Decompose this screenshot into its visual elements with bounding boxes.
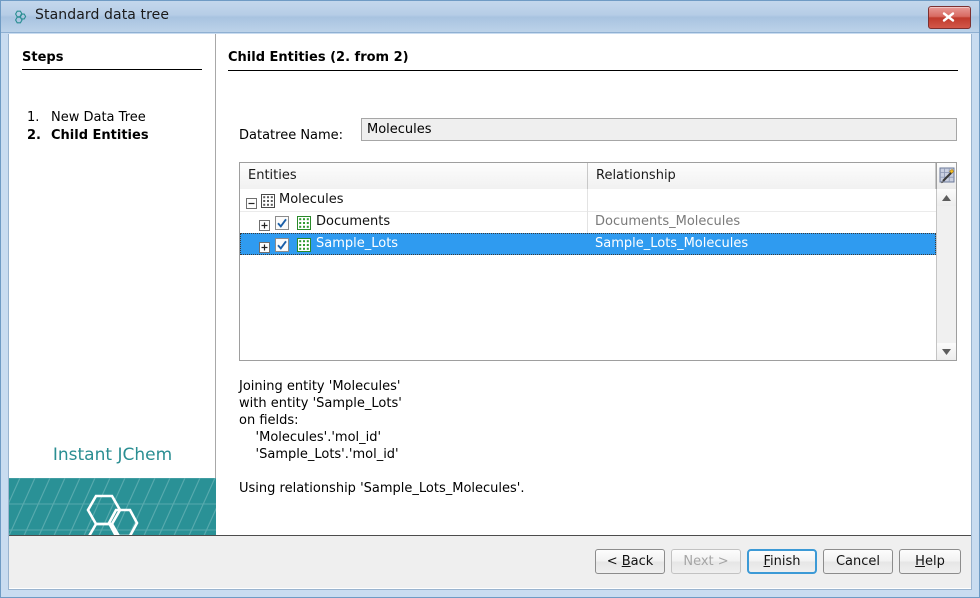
datatree-name-label: Datatree Name: xyxy=(239,128,344,143)
molecule-icon xyxy=(11,8,29,26)
grid-icon xyxy=(297,237,311,256)
step-number: 1. xyxy=(27,110,40,125)
scroll-down-icon[interactable] xyxy=(937,343,956,360)
cell-relationship xyxy=(588,189,936,211)
steps-panel: Steps 1. New Data Tree 2. Child Entities I… xyxy=(9,34,216,569)
cancel-button[interactable]: Cancel xyxy=(823,549,893,574)
join-description: Joining entity 'Molecules' with entity '… xyxy=(239,379,525,496)
cell-entities: Documents xyxy=(240,211,588,233)
cell-entities: Molecules xyxy=(240,189,588,211)
finish-button[interactable]: Finish xyxy=(747,549,817,574)
row-checkbox[interactable] xyxy=(275,215,289,234)
step-item-2[interactable]: 2. Child Entities xyxy=(27,128,149,143)
entities-table: Entities Relationship Molecules Document… xyxy=(239,162,957,361)
row-checkbox[interactable] xyxy=(275,237,289,256)
button-bar: < Back Next > Finish Cancel Help xyxy=(9,535,971,588)
cell-relationship: Sample_Lots_Molecules xyxy=(595,236,749,251)
page-title: Child Entities (2. from 2) xyxy=(228,50,409,65)
help-button[interactable]: Help xyxy=(899,549,961,574)
finish-button-label: Finish xyxy=(763,554,801,569)
step-item-1[interactable]: 1. New Data Tree xyxy=(27,110,146,125)
column-header-relationship[interactable]: Relationship xyxy=(588,163,936,189)
column-header-entities[interactable]: Entities xyxy=(240,163,588,189)
back-button-label: < Back xyxy=(606,554,654,569)
window-title: Standard data tree xyxy=(35,7,170,23)
step-label: Child Entities xyxy=(51,128,149,143)
next-button-label: Next > xyxy=(683,554,729,569)
entity-label: Documents xyxy=(316,214,391,229)
cancel-button-label: Cancel xyxy=(835,554,881,569)
column-chooser-icon[interactable] xyxy=(936,163,956,189)
title-bar: Standard data tree xyxy=(1,1,979,33)
expand-plus-icon[interactable] xyxy=(259,238,270,257)
table-rows: Molecules Documents Documents_Molecules … xyxy=(240,189,936,360)
content-panel: Child Entities (2. from 2) Datatree Name… xyxy=(216,34,971,535)
close-icon[interactable] xyxy=(928,6,971,29)
table-row[interactable]: Documents Documents_Molecules xyxy=(240,211,936,234)
datatree-name-input[interactable] xyxy=(361,118,957,141)
page-title-divider xyxy=(228,70,958,71)
step-label: New Data Tree xyxy=(51,110,146,125)
cell-relationship: Documents_Molecules xyxy=(595,214,741,229)
grid-icon xyxy=(297,215,311,234)
steps-heading: Steps xyxy=(22,50,64,65)
grid-icon xyxy=(261,193,275,212)
table-row[interactable]: Molecules xyxy=(240,189,936,212)
brand-label: Instant JChem xyxy=(52,445,173,465)
next-button[interactable]: Next > xyxy=(671,549,741,574)
cell-entities: Sample_Lots xyxy=(240,233,588,255)
help-button-label: Help xyxy=(915,554,945,569)
table-vertical-scrollbar[interactable] xyxy=(936,189,956,360)
dialog-window: Standard data tree Steps 1. New Data Tree… xyxy=(0,0,980,598)
table-row[interactable]: Sample_Lots Sample_Lots_Molecules xyxy=(240,233,936,255)
scroll-up-icon[interactable] xyxy=(937,189,956,206)
step-number: 2. xyxy=(27,128,41,143)
steps-divider xyxy=(22,69,202,70)
dialog-body: Steps 1. New Data Tree 2. Child Entities I… xyxy=(8,34,972,590)
back-button[interactable]: < Back xyxy=(595,549,665,574)
entity-label: Molecules xyxy=(279,192,344,207)
table-header-row: Entities Relationship xyxy=(240,163,956,190)
entity-label: Sample_Lots xyxy=(316,236,399,251)
